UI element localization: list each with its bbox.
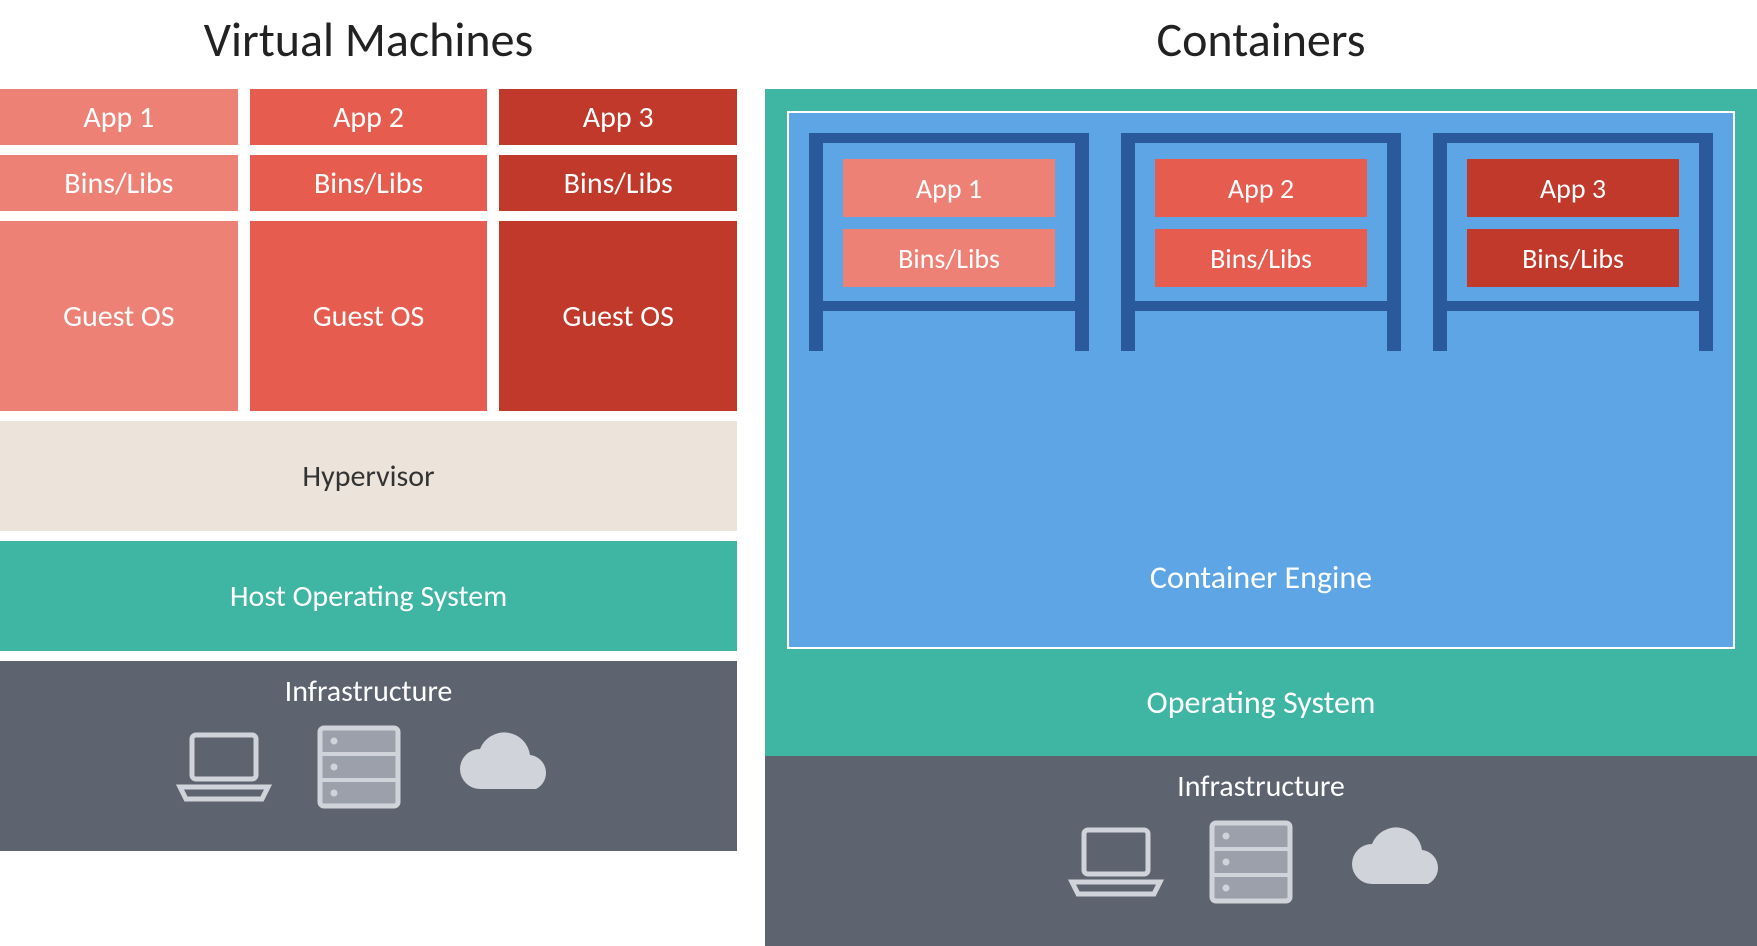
vm1-guest: Guest OS (0, 221, 238, 411)
vm-column: Virtual Machines App 1 Bins/Libs Guest O… (0, 0, 737, 946)
c1-bins: Bins/Libs (843, 229, 1055, 287)
vm2-guest: Guest OS (250, 221, 488, 411)
vm1-app: App 1 (0, 89, 238, 145)
container-engine-label: Container Engine (809, 518, 1713, 597)
server-icon (314, 722, 404, 812)
vm-apps-row: App 1 Bins/Libs Guest OS App 2 Bins/Libs… (0, 89, 737, 411)
c1-app: App 1 (843, 159, 1055, 217)
container-infra-icons (1066, 817, 1456, 907)
containers-os-wrapper: App 1 Bins/Libs App 2 Bins/Libs (765, 89, 1757, 756)
cloud-icon (1336, 822, 1456, 902)
vm-3: App 3 Bins/Libs Guest OS (499, 89, 737, 411)
vm-infrastructure-layer: Infrastructure (0, 661, 737, 851)
containers-title: Containers (765, 10, 1757, 69)
container-os-label: Operating System (787, 649, 1735, 756)
vm2-app: App 2 (250, 89, 488, 145)
laptop-icon (1066, 822, 1166, 902)
c3-app: App 3 (1467, 159, 1679, 217)
container-3: App 3 Bins/Libs (1433, 133, 1713, 311)
laptop-icon (174, 727, 274, 807)
vm-infra-icons (174, 722, 564, 812)
c3-bins: Bins/Libs (1467, 229, 1679, 287)
vm3-guest: Guest OS (499, 221, 737, 411)
container-2: App 2 Bins/Libs (1121, 133, 1401, 311)
container-infra-label: Infrastructure (1177, 768, 1345, 805)
cloud-icon (444, 727, 564, 807)
containers-row: App 1 Bins/Libs App 2 Bins/Libs (809, 133, 1713, 311)
vm-2: App 2 Bins/Libs Guest OS (250, 89, 488, 411)
vm3-app: App 3 (499, 89, 737, 145)
container-engine: App 1 Bins/Libs App 2 Bins/Libs (787, 111, 1735, 649)
vm1-bins: Bins/Libs (0, 155, 238, 211)
vm2-bins: Bins/Libs (250, 155, 488, 211)
containers-stack: App 1 Bins/Libs App 2 Bins/Libs (765, 89, 1757, 946)
containers-column: Containers App 1 Bins/Libs (765, 0, 1757, 946)
vm-stack: App 1 Bins/Libs Guest OS App 2 Bins/Libs… (0, 89, 737, 946)
container-infrastructure-layer: Infrastructure (765, 756, 1757, 946)
vm3-bins: Bins/Libs (499, 155, 737, 211)
container-1: App 1 Bins/Libs (809, 133, 1089, 311)
c2-app: App 2 (1155, 159, 1367, 217)
c2-bins: Bins/Libs (1155, 229, 1367, 287)
vm-title: Virtual Machines (0, 10, 737, 69)
vm-1: App 1 Bins/Libs Guest OS (0, 89, 238, 411)
server-icon (1206, 817, 1296, 907)
hypervisor-layer: Hypervisor (0, 421, 737, 531)
vm-infra-label: Infrastructure (285, 673, 453, 710)
host-os-layer: Host Operating System (0, 541, 737, 651)
